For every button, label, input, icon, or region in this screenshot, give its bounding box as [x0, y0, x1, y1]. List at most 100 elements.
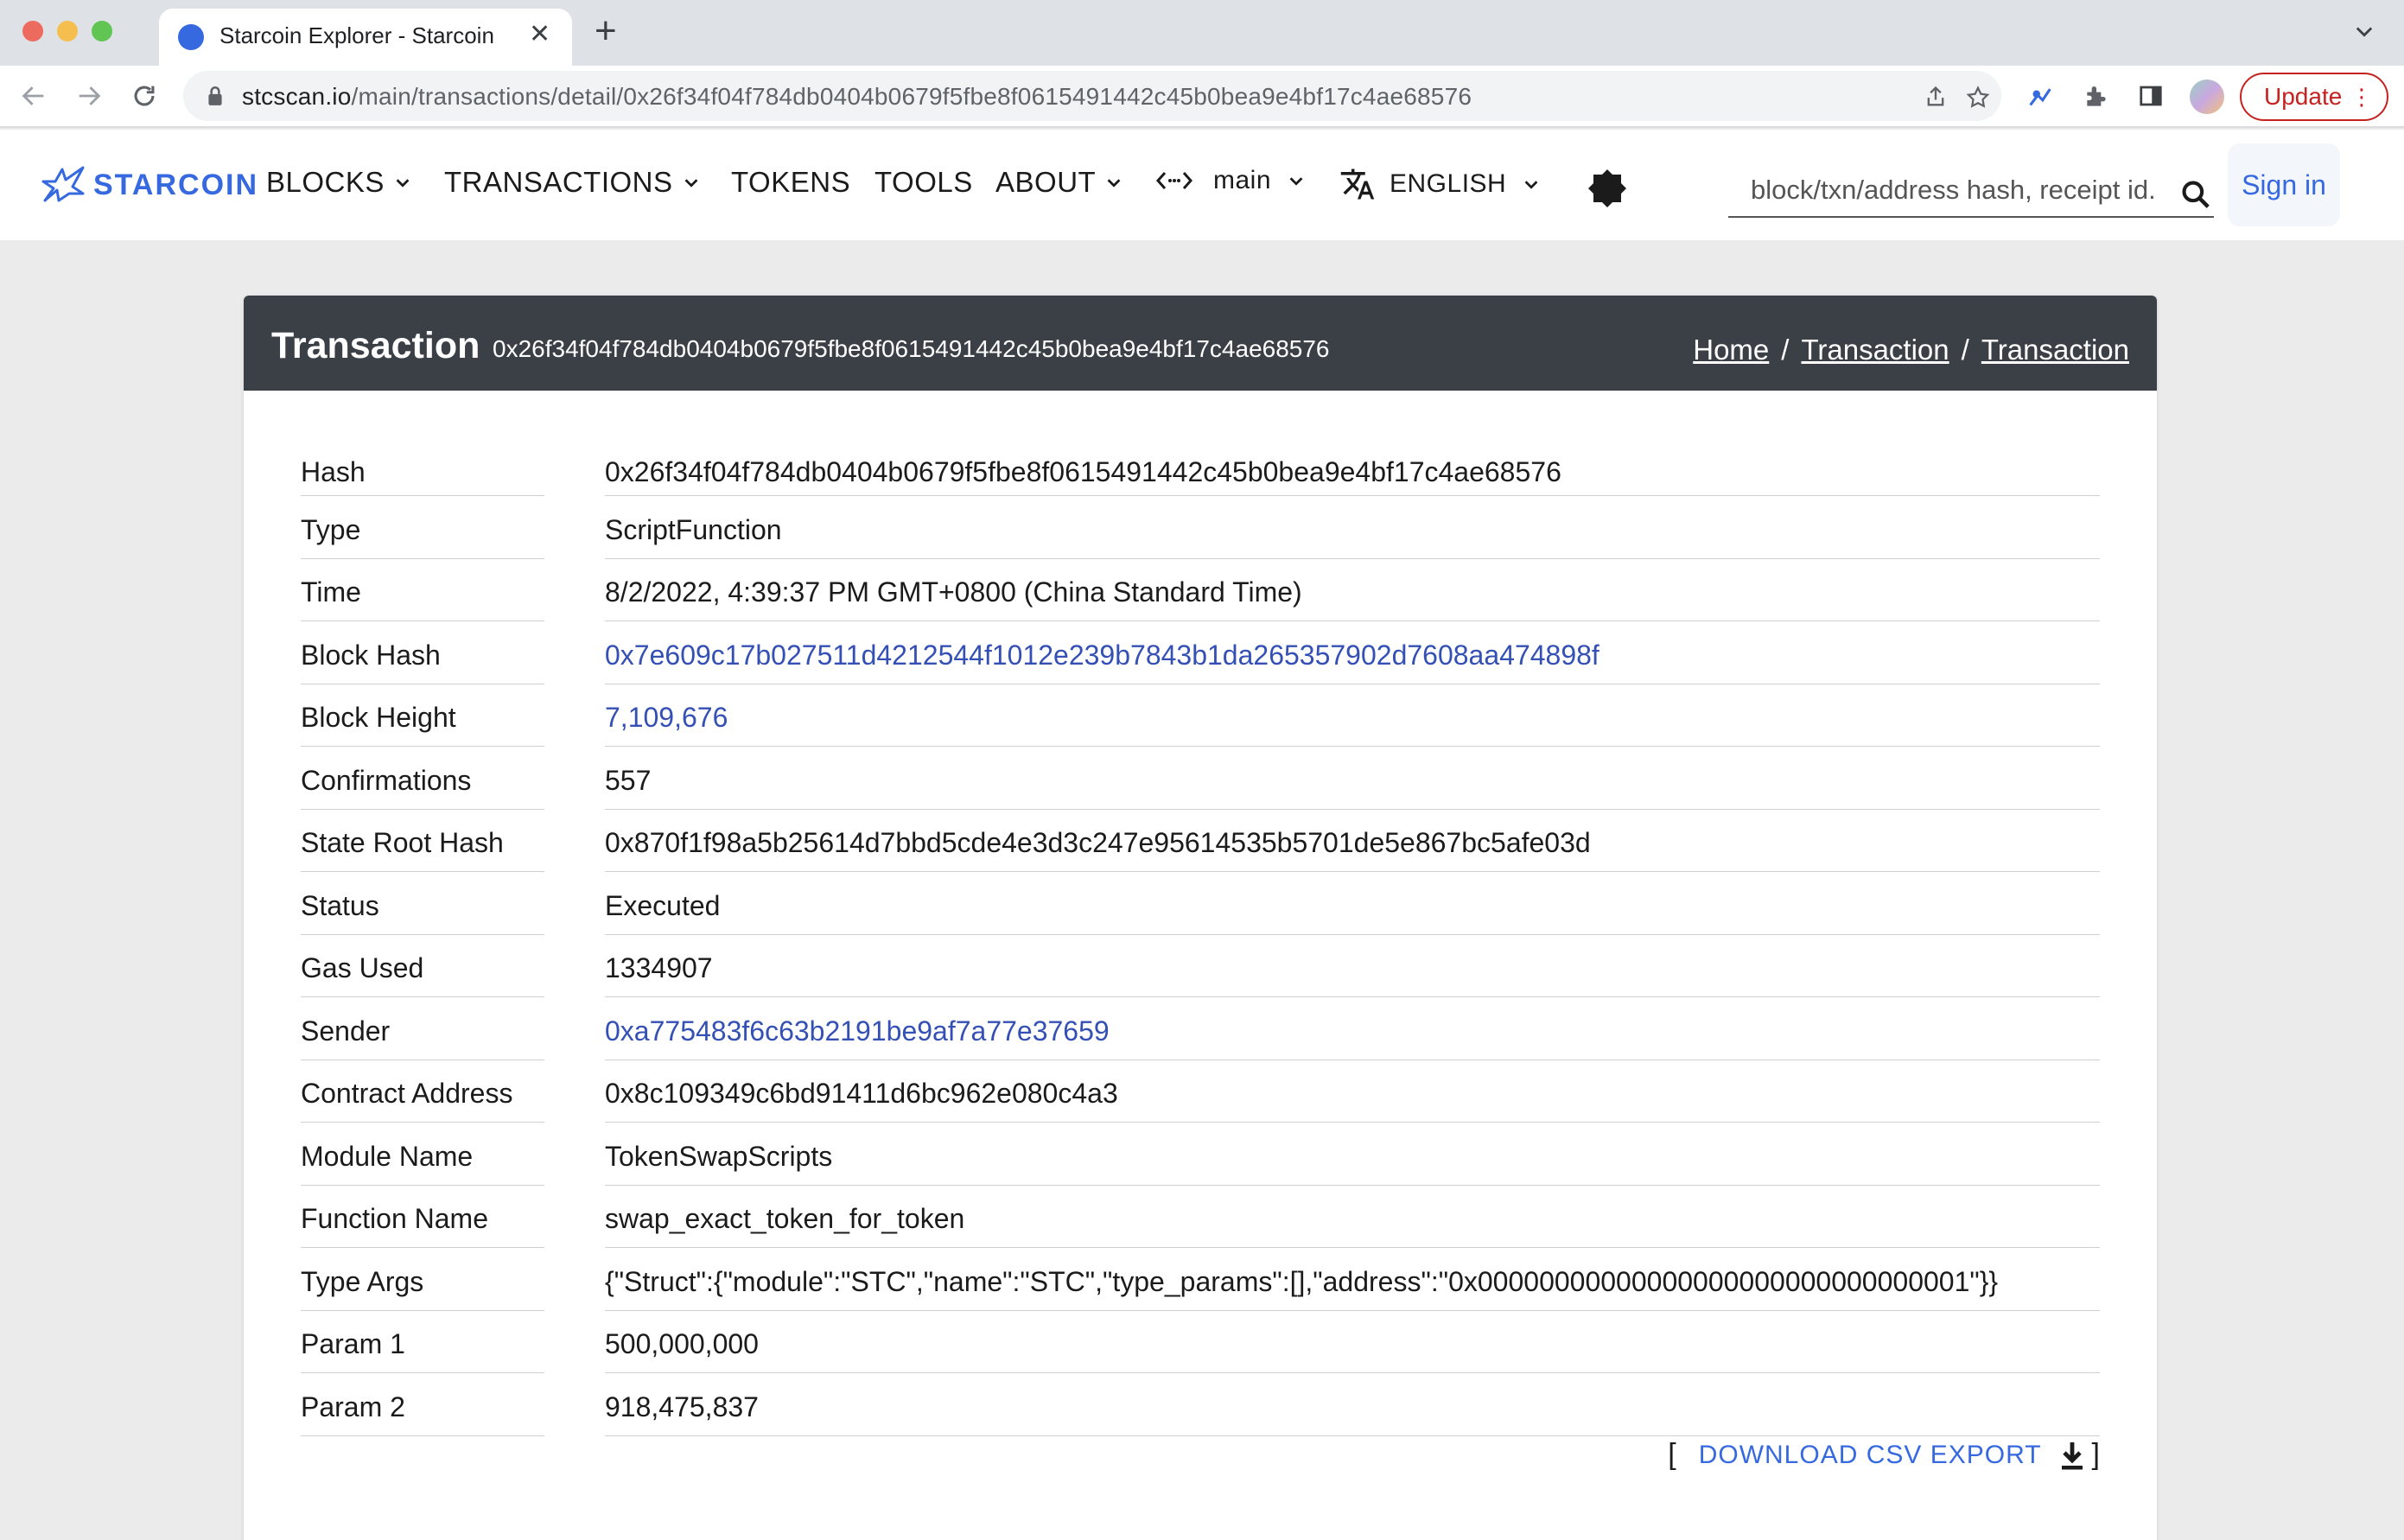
update-button[interactable]: Update ⋮ — [2240, 73, 2388, 121]
state-root-hash-label: State Root Hash — [301, 827, 544, 872]
starcoin-favicon-icon — [178, 24, 204, 50]
nav-transactions[interactable]: TRANSACTIONS — [444, 166, 701, 199]
chevron-down-icon — [1289, 177, 1303, 186]
profile-avatar[interactable] — [2190, 80, 2224, 114]
block-hash-link[interactable]: 0x7e609c17b027511d4212544f1012e239b7843b… — [605, 640, 2100, 684]
detail-row-time: Time 8/2/2022, 4:39:37 PM GMT+0800 (China… — [301, 559, 2100, 622]
search-box — [1728, 162, 2214, 218]
search-input[interactable] — [1751, 173, 2166, 207]
type-args-value: {"Struct":{"module":"STC","name":"STC","… — [605, 1266, 2100, 1311]
detail-row-function-name: Function Name swap_exact_token_for_token — [301, 1186, 2100, 1249]
card-header: Transaction 0x26f34f04f784db0404b0679f5f… — [244, 296, 2157, 391]
close-window-button[interactable] — [22, 21, 43, 41]
extensions-puzzle-icon[interactable] — [2083, 83, 2110, 111]
breadcrumb-transaction-link[interactable]: Transaction — [1801, 334, 1949, 366]
browser-tabstrip: Starcoin Explorer - Starcoin ✕ + — [0, 0, 2404, 66]
block-height-link[interactable]: 7,109,676 — [605, 702, 2100, 747]
language-selector[interactable]: ENGLISH — [1338, 166, 1541, 202]
minimize-window-button[interactable] — [57, 21, 78, 41]
status-value: Executed — [605, 890, 2100, 935]
new-tab-icon[interactable]: + — [595, 12, 617, 50]
confirmations-value: 557 — [605, 765, 2100, 810]
export-close-bracket: ] — [2091, 1438, 2100, 1471]
chevron-down-icon — [684, 179, 697, 188]
module-name-label: Module Name — [301, 1141, 544, 1186]
bookmark-star-icon[interactable] — [1965, 85, 1991, 111]
gas-used-value: 1334907 — [605, 952, 2100, 997]
breadcrumb-home-link[interactable]: Home — [1693, 334, 1769, 366]
maximize-window-button[interactable] — [92, 21, 112, 41]
page-title: Transaction — [271, 325, 480, 366]
nav-about-label: ABOUT — [995, 166, 1097, 198]
detail-row-param-2: Param 2 918,475,837 — [301, 1374, 2100, 1437]
language-label: ENGLISH — [1390, 169, 1507, 198]
detail-row-state-root-hash: State Root Hash 0x870f1f98a5b25614d7bbd5c… — [301, 810, 2100, 873]
breadcrumb: Home / Transaction / Transaction — [1693, 334, 2129, 366]
starmask-extension-icon[interactable] — [2026, 83, 2055, 112]
download-icon[interactable] — [2059, 1440, 2085, 1471]
sign-in-label: Sign in — [2242, 169, 2326, 200]
nav-blocks[interactable]: BLOCKS — [266, 166, 412, 199]
param-2-value: 918,475,837 — [605, 1391, 2100, 1436]
nav-tokens[interactable]: TOKENS — [731, 166, 850, 199]
browser-toolbar: stcscan.io/main/transactions/detail/0x26… — [0, 66, 2404, 128]
chevron-down-icon — [1524, 181, 1538, 189]
detail-row-type-args: Type Args {"Struct":{"module":"STC","name… — [301, 1249, 2100, 1312]
detail-row-status: Status Executed — [301, 873, 2100, 936]
nav-blocks-label: BLOCKS — [266, 166, 385, 198]
csv-export: [ DOWNLOAD CSV EXPORT ] — [1668, 1438, 2100, 1472]
address-bar[interactable]: stcscan.io/main/transactions/detail/0x26… — [183, 71, 2001, 121]
tab-title: Starcoin Explorer - Starcoin — [219, 22, 494, 48]
state-root-hash-value: 0x870f1f98a5b25614d7bbd5cde4e3d3c247e956… — [605, 827, 2100, 872]
detail-row-block-hash: Block Hash 0x7e609c17b027511d4212544f1012… — [301, 622, 2100, 685]
sender-label: Sender — [301, 1015, 544, 1060]
close-tab-icon[interactable]: ✕ — [529, 19, 550, 49]
reload-icon[interactable] — [130, 81, 159, 111]
forward-arrow-icon[interactable] — [74, 81, 104, 111]
header-transaction-hash: 0x26f34f04f784db0404b0679f5fbe8f06154914… — [493, 335, 1330, 362]
transaction-card: Transaction 0x26f34f04f784db0404b0679f5f… — [244, 296, 2157, 1540]
breadcrumb-separator: / — [1961, 334, 1969, 366]
function-name-value: swap_exact_token_for_token — [605, 1203, 2100, 1248]
theme-toggle-icon[interactable] — [1587, 168, 1628, 209]
update-label: Update — [2264, 83, 2343, 110]
nav-about[interactable]: ABOUT — [995, 166, 1123, 199]
tab-search-chevron-icon[interactable] — [2352, 19, 2376, 43]
chevron-down-icon — [1107, 179, 1121, 188]
detail-row-contract-address: Contract Address 0x8c109349c6bd91411d6bc9… — [301, 1060, 2100, 1123]
hash-label: Hash — [301, 456, 544, 496]
nav-tools-label: TOOLS — [874, 166, 973, 198]
module-name-value: TokenSwapScripts — [605, 1141, 2100, 1186]
param-2-label: Param 2 — [301, 1391, 544, 1436]
side-panel-icon[interactable] — [2138, 83, 2164, 109]
network-code-icon — [1156, 172, 1192, 189]
block-hash-label: Block Hash — [301, 640, 544, 684]
block-height-label: Block Height — [301, 702, 544, 747]
detail-row-block-height: Block Height 7,109,676 — [301, 684, 2100, 748]
nav-transactions-label: TRANSACTIONS — [444, 166, 673, 198]
sender-link[interactable]: 0xa775483f6c63b2191be9af7a77e37659 — [605, 1015, 2100, 1060]
search-icon[interactable] — [2179, 178, 2212, 211]
nav-tools[interactable]: TOOLS — [874, 166, 973, 199]
site-header: STARCOIN BLOCKS TRANSACTIONS TOKENS TOOL… — [0, 130, 2404, 240]
detail-row-module-name: Module Name TokenSwapScripts — [301, 1123, 2100, 1187]
share-icon[interactable] — [1924, 85, 1948, 109]
translate-icon — [1340, 169, 1375, 200]
network-selector[interactable]: main — [1156, 166, 1306, 195]
hash-value: 0x26f34f04f784db0404b0679f5fbe8f06154914… — [605, 456, 2100, 496]
back-arrow-icon[interactable] — [19, 81, 48, 111]
transaction-details-list: Hash 0x26f34f04f784db0404b0679f5fbe8f0615… — [301, 434, 2100, 1436]
download-csv-export-link[interactable]: DOWNLOAD CSV EXPORT — [1699, 1441, 2042, 1470]
gas-used-label: Gas Used — [301, 952, 544, 997]
network-label: main — [1213, 166, 1272, 194]
breadcrumb-separator: / — [1781, 334, 1790, 366]
breadcrumb-current-link[interactable]: Transaction — [1981, 334, 2129, 366]
browser-tab[interactable]: Starcoin Explorer - Starcoin ✕ — [159, 9, 572, 66]
type-label: Type — [301, 514, 544, 559]
contract-address-label: Contract Address — [301, 1078, 544, 1123]
sign-in-button[interactable]: Sign in — [2228, 143, 2340, 226]
starcoin-logo[interactable]: STARCOIN — [40, 166, 258, 204]
contract-address-value: 0x8c109349c6bd91411d6bc962e080c4a3 — [605, 1078, 2100, 1123]
url-text: stcscan.io/main/transactions/detail/0x26… — [242, 83, 1472, 110]
param-1-label: Param 1 — [301, 1328, 544, 1373]
